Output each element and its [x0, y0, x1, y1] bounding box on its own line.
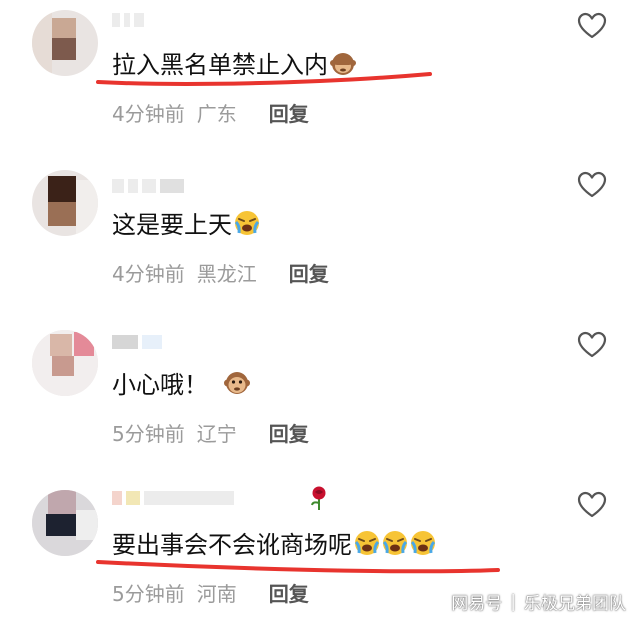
crying-face-icon — [382, 530, 408, 555]
timestamp: 4分钟前 — [112, 102, 185, 126]
heart-outline-icon[interactable] — [577, 171, 607, 199]
comment-meta: 5分钟前 辽宁 回复 — [112, 418, 309, 447]
comment-text: 这是要上天 — [112, 205, 260, 240]
region: 辽宁 — [196, 422, 237, 446]
comment-text: 小心哦！ — [112, 365, 250, 400]
timestamp: 4分钟前 — [112, 262, 185, 286]
red-underline-annotation — [96, 560, 500, 574]
comment-meta: 4分钟前 广东 回复 — [112, 98, 309, 127]
comment-meta: 4分钟前 黑龙江 回复 — [112, 258, 329, 287]
region: 广东 — [196, 102, 237, 126]
comment-text: 要出事会不会讹商场呢 — [112, 525, 436, 560]
reply-button[interactable]: 回复 — [269, 418, 309, 447]
heart-outline-icon[interactable] — [577, 331, 607, 359]
watermark: 网易号 | 乐极兄弟团队 — [451, 589, 626, 615]
red-underline-annotation — [96, 72, 432, 86]
heart-outline-icon[interactable] — [577, 491, 607, 519]
comment-text-content: 这是要上天 — [112, 211, 232, 239]
watermark-separator: | — [510, 591, 516, 612]
rose-icon — [311, 486, 326, 510]
heart-outline-icon[interactable] — [577, 12, 607, 40]
reply-button[interactable]: 回复 — [269, 98, 309, 127]
timestamp: 5分钟前 — [112, 422, 185, 446]
avatar[interactable] — [32, 10, 98, 76]
region: 河南 — [196, 582, 237, 606]
comment-meta: 5分钟前 河南 回复 — [112, 578, 309, 607]
reply-button[interactable]: 回复 — [289, 258, 329, 287]
monkey-face-icon — [224, 371, 250, 394]
comment-text-content: 小心哦！ — [112, 371, 208, 399]
username-blurred[interactable] — [112, 12, 144, 28]
crying-face-icon — [354, 530, 380, 555]
username-blurred[interactable] — [112, 178, 184, 194]
avatar[interactable] — [32, 330, 98, 396]
username-blurred[interactable] — [112, 486, 330, 510]
username-blurred[interactable] — [112, 334, 162, 350]
crying-face-icon — [234, 210, 260, 235]
comment-text-content: 要出事会不会讹商场呢 — [112, 531, 352, 559]
reply-button[interactable]: 回复 — [269, 578, 309, 607]
crying-face-icon — [410, 530, 436, 555]
avatar[interactable] — [32, 170, 98, 236]
region: 黑龙江 — [196, 262, 257, 286]
watermark-author: 乐极兄弟团队 — [524, 594, 626, 614]
avatar[interactable] — [32, 490, 98, 556]
timestamp: 5分钟前 — [112, 582, 185, 606]
watermark-source: 网易号 — [451, 594, 503, 614]
